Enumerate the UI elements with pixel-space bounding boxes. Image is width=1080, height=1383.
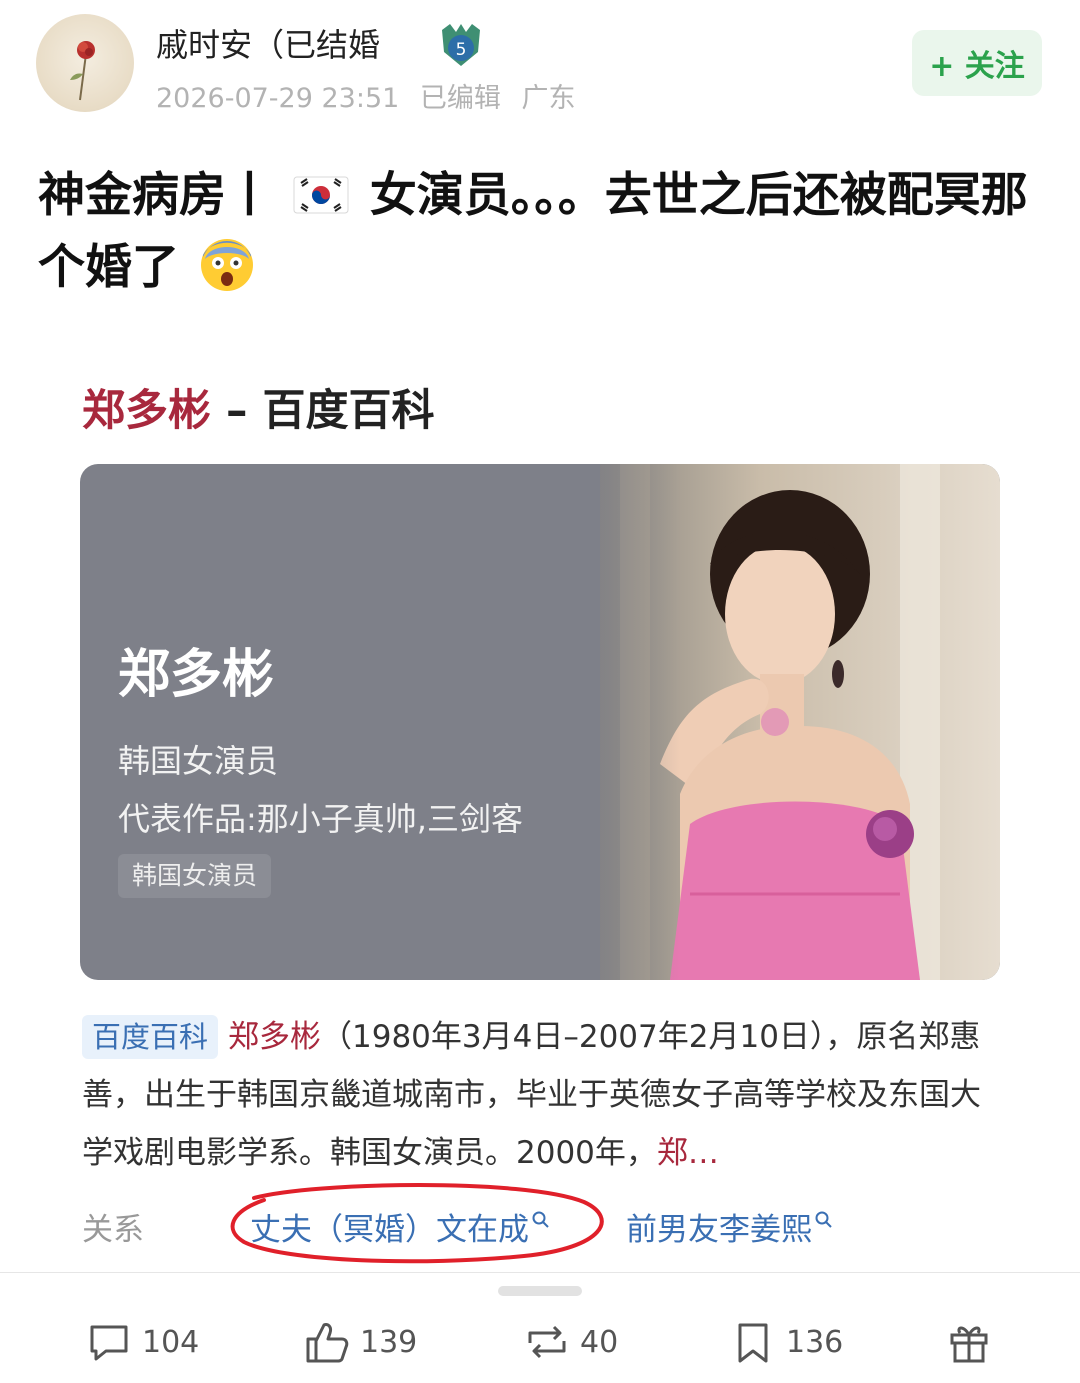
follow-button[interactable]: + 关注 — [912, 30, 1042, 96]
card-description: 韩国女演员 — [118, 742, 279, 780]
comment-button[interactable]: 104 — [84, 1314, 199, 1370]
action-bar: 104 139 40 136 — [0, 1300, 1080, 1383]
post-meta: 2026-07-29 23:51 已编辑 广东 — [156, 76, 588, 115]
baike-summary[interactable]: 百度百科 郑多彬（1980年3月4日–2007年2月10日），原名郑惠善，出生于韩… — [82, 1008, 998, 1182]
post-location: 广东 — [521, 83, 576, 114]
avatar[interactable] — [36, 14, 134, 112]
level-badge-icon: 5 — [442, 24, 480, 66]
gift-button[interactable] — [944, 1314, 1002, 1370]
thumbs-up-icon — [306, 1323, 349, 1363]
korea-flag-icon — [293, 176, 349, 214]
card-name: 郑多彬 — [118, 645, 275, 705]
favorite-count: 136 — [786, 1324, 844, 1360]
post-text-part1: 神金病房丨 — [38, 168, 273, 223]
summary-name: 郑多彬 — [228, 1019, 322, 1055]
bookmark-icon — [738, 1323, 768, 1363]
level-number: 5 — [456, 40, 467, 60]
comment-count: 104 — [142, 1324, 200, 1360]
search-icon — [815, 1211, 832, 1228]
edited-label: 已编辑 — [419, 83, 501, 114]
repost-button[interactable]: 40 — [522, 1314, 618, 1370]
repost-icon — [528, 1325, 566, 1359]
card-works: 代表作品:那小子真帅,三剑客 — [118, 800, 523, 838]
relation-exboyfriend-text: 前男友李姜熙 — [626, 1212, 812, 1248]
red-circle-annotation — [230, 1183, 604, 1264]
post-header: 戚时安（已结婚 5 2026-07-29 23:51 已编辑 广东 + 关注 — [0, 0, 1080, 130]
like-count: 139 — [360, 1324, 418, 1360]
summary-tail: 郑… — [656, 1135, 719, 1171]
relation-exboyfriend-link[interactable]: 前男友李姜熙 — [626, 1204, 834, 1249]
post-text: 神金病房丨 女演员。。。去世之后还被配冥那个婚了 — [38, 160, 1038, 304]
drag-handle[interactable] — [498, 1286, 582, 1296]
author-name[interactable]: 戚时安（已结婚 — [156, 20, 380, 66]
baike-title-name: 郑多彬 — [82, 386, 211, 436]
comment-icon — [90, 1325, 128, 1361]
like-button[interactable]: 139 — [302, 1314, 417, 1370]
divider — [0, 1272, 1080, 1273]
baike-source-badge: 百度百科 — [82, 1015, 219, 1059]
favorite-button[interactable]: 136 — [728, 1314, 843, 1370]
relations-label: 关系 — [82, 1212, 144, 1248]
baike-card[interactable]: 郑多彬 韩国女演员 代表作品:那小子真帅,三剑客 韩国女演员 — [80, 464, 1000, 980]
card-fade — [540, 464, 680, 980]
rose-illustration — [70, 41, 95, 101]
post-timestamp: 2026-07-29 23:51 — [156, 83, 400, 114]
repost-count: 40 — [580, 1324, 619, 1360]
card-tag[interactable]: 韩国女演员 — [118, 854, 272, 898]
shocked-face-icon — [201, 239, 254, 291]
baike-title[interactable]: 郑多彬 – 百度百科 — [82, 376, 434, 438]
gift-icon — [950, 1326, 988, 1363]
baike-title-rest: – 百度百科 — [211, 386, 435, 436]
